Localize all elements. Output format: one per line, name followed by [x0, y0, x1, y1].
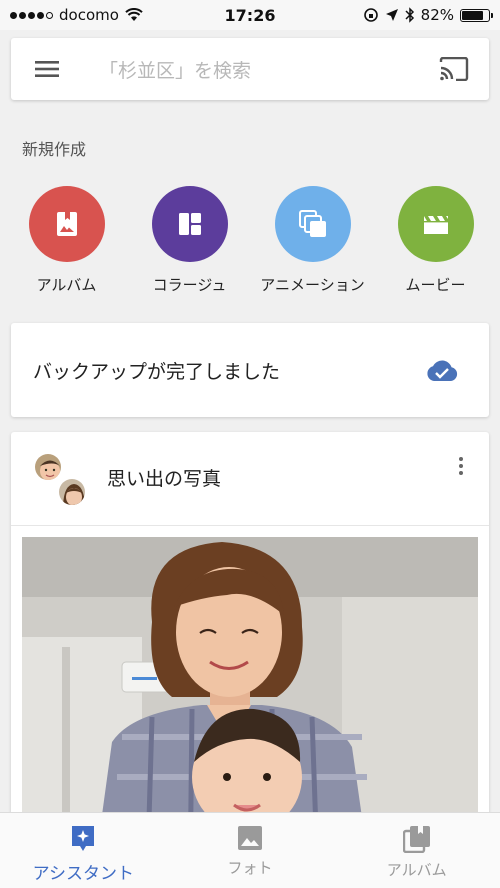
- carrier-name: docomo: [59, 6, 119, 24]
- avatar-woman: [57, 477, 87, 507]
- assistant-icon: [72, 826, 95, 851]
- album-create-circle[interactable]: [28, 186, 105, 262]
- photos-icon: [238, 826, 262, 850]
- create-section-title: 新規作成: [22, 140, 87, 159]
- cast-icon[interactable]: [439, 57, 469, 81]
- nav-photos-label: フォト: [227, 859, 273, 877]
- memories-title: 思い出の写真: [107, 468, 222, 490]
- nav-photos[interactable]: フォト: [167, 813, 334, 888]
- create-animation-button[interactable]: アニメーション: [251, 186, 374, 295]
- album-icon: [56, 212, 77, 236]
- backup-status-card[interactable]: バックアップが完了しました: [11, 323, 489, 417]
- create-collage-button[interactable]: コラージュ: [128, 186, 251, 295]
- nav-albums-label: アルバム: [386, 861, 447, 879]
- create-movie-button[interactable]: ムービー: [374, 186, 497, 295]
- nav-albums[interactable]: アルバム: [333, 813, 500, 888]
- nav-assistant[interactable]: アシスタント: [0, 813, 167, 888]
- signal-strength-icon: [10, 11, 53, 19]
- animation-label: アニメーション: [260, 276, 365, 294]
- collage-icon: [178, 213, 201, 235]
- search-bar[interactable]: 「杉並区」を検索: [11, 38, 489, 100]
- location-icon: [385, 9, 398, 21]
- nav-assistant-label: アシスタント: [32, 864, 134, 884]
- menu-icon[interactable]: [35, 60, 59, 78]
- bluetooth-icon: [405, 7, 414, 23]
- wifi-icon: [125, 8, 143, 21]
- rotation-lock-icon: [363, 8, 378, 22]
- battery-percent: 82%: [420, 6, 454, 24]
- bottom-navigation: アシスタント フォト アルバム: [0, 812, 500, 888]
- search-input[interactable]: 「杉並区」を検索: [99, 56, 439, 83]
- create-options: アルバム コラージュ アニメーション ムービー: [0, 186, 500, 295]
- movie-label: ムービー: [405, 276, 466, 294]
- albums-icon: [402, 826, 430, 853]
- backup-message: バックアップが完了しました: [33, 360, 281, 383]
- cloud-done-icon: [427, 360, 458, 381]
- animation-icon: [298, 210, 326, 237]
- avatar-baby: [33, 452, 63, 482]
- animation-create-circle[interactable]: [274, 186, 351, 262]
- more-vert-icon[interactable]: [457, 456, 465, 476]
- movie-create-circle[interactable]: [397, 186, 474, 262]
- movie-icon: [423, 216, 448, 234]
- battery-icon: [460, 8, 493, 22]
- collage-label: コラージュ: [152, 276, 227, 294]
- memories-header: 思い出の写真: [11, 432, 489, 526]
- album-label: アルバム: [36, 276, 97, 294]
- status-bar: docomo 17:26 82%: [0, 0, 500, 30]
- create-album-button[interactable]: アルバム: [5, 186, 128, 295]
- collage-create-circle[interactable]: [151, 186, 228, 262]
